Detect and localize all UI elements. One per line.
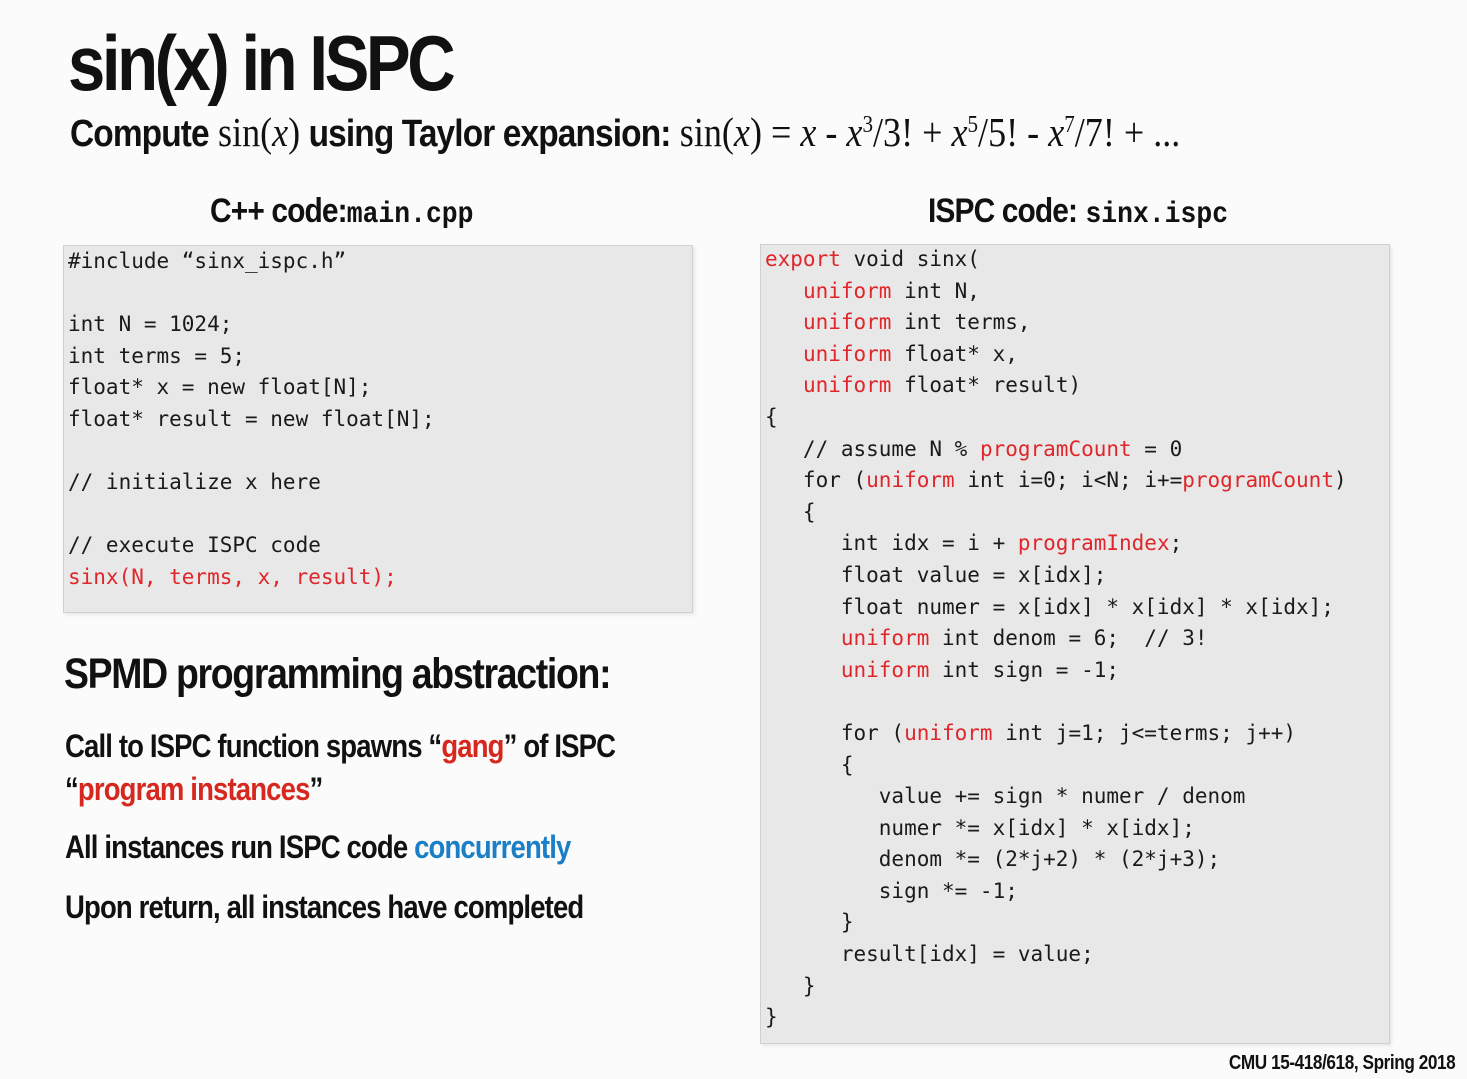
- bullet-concurrently: All instances run ISPC code concurrently: [65, 829, 571, 865]
- ispc-code-box: export void sinx( uniform int N, uniform…: [760, 244, 1390, 1044]
- code-line: int terms = 5;: [68, 343, 246, 368]
- code-line: {: [765, 752, 854, 777]
- cpp-code-block: #include “sinx_ispc.h” int N = 1024; int …: [68, 246, 435, 594]
- code-line: {: [765, 404, 778, 429]
- code-line: float* result = new float[N];: [68, 406, 435, 431]
- spmd-heading: SPMD programming abstraction:: [64, 650, 612, 698]
- code-line: numer *= x[idx] * x[idx];: [765, 815, 1195, 840]
- ispc-code-block: export void sinx( uniform int N, uniform…: [765, 244, 1347, 1034]
- course-footer: CMU 15-418/618, Spring 2018: [1228, 1052, 1456, 1074]
- code-line: denom *= (2*j+2) * (2*j+3);: [765, 847, 1221, 872]
- code-line: int idx = i + programIndex;: [765, 531, 1183, 556]
- slide: sin(x) in ISPC Compute sin(x) using Tayl…: [0, 0, 1467, 1079]
- code-line: // execute ISPC code: [68, 533, 321, 558]
- code-line: value += sign * numer / denom: [765, 784, 1246, 809]
- code-line: for (uniform int j=1; j<=terms; j++): [765, 720, 1297, 745]
- code-line: uniform float* x,: [802, 341, 1018, 366]
- ispc-code-heading: ISPC code: sinx.ispc: [928, 192, 1229, 232]
- cpp-code-heading: C++ code:main.cpp: [210, 192, 474, 232]
- code-line: for (uniform int i=0; i<N; i+=programCou…: [765, 468, 1347, 493]
- taylor-formula: sin(x) = x - x3/3! + x5/5! - x7/7! + ...: [679, 109, 1181, 155]
- code-line: #include “sinx_ispc.h”: [68, 249, 347, 273]
- code-line: float value = x[idx];: [765, 562, 1107, 587]
- code-line: result[idx] = value;: [765, 942, 1094, 967]
- bullet-completed: Upon return, all instances have complete…: [65, 889, 584, 925]
- code-line: sinx(N, terms, x, result);: [68, 564, 397, 589]
- code-line: float* x = new float[N];: [68, 375, 372, 400]
- code-line: }: [765, 973, 816, 998]
- code-line: uniform int denom = 6; // 3!: [840, 626, 1208, 651]
- code-line: // initialize x here: [68, 470, 321, 495]
- code-line: uniform int sign = -1;: [840, 657, 1120, 682]
- code-line: {: [765, 499, 816, 524]
- code-line: // assume N % programCount = 0: [765, 436, 1183, 461]
- code-line: }: [765, 910, 854, 935]
- cpp-code-box: #include “sinx_ispc.h” int N = 1024; int …: [63, 245, 693, 613]
- code-line: uniform int N,: [802, 278, 980, 303]
- code-line: export void sinx(: [765, 247, 980, 271]
- code-line: }: [765, 1005, 778, 1030]
- bullet-gang: Call to ISPC function spawns “gang” of I…: [65, 728, 616, 807]
- code-line: int N = 1024;: [68, 312, 233, 337]
- code-line: uniform float* result): [802, 373, 1082, 398]
- code-line: float numer = x[idx] * x[idx] * x[idx];: [765, 594, 1334, 619]
- code-line: sign *= -1;: [765, 878, 1018, 903]
- slide-title: sin(x) in ISPC: [68, 19, 456, 107]
- slide-subtitle: Compute sin(x) using Taylor expansion: s…: [70, 109, 1181, 155]
- code-line: uniform int terms,: [802, 310, 1031, 335]
